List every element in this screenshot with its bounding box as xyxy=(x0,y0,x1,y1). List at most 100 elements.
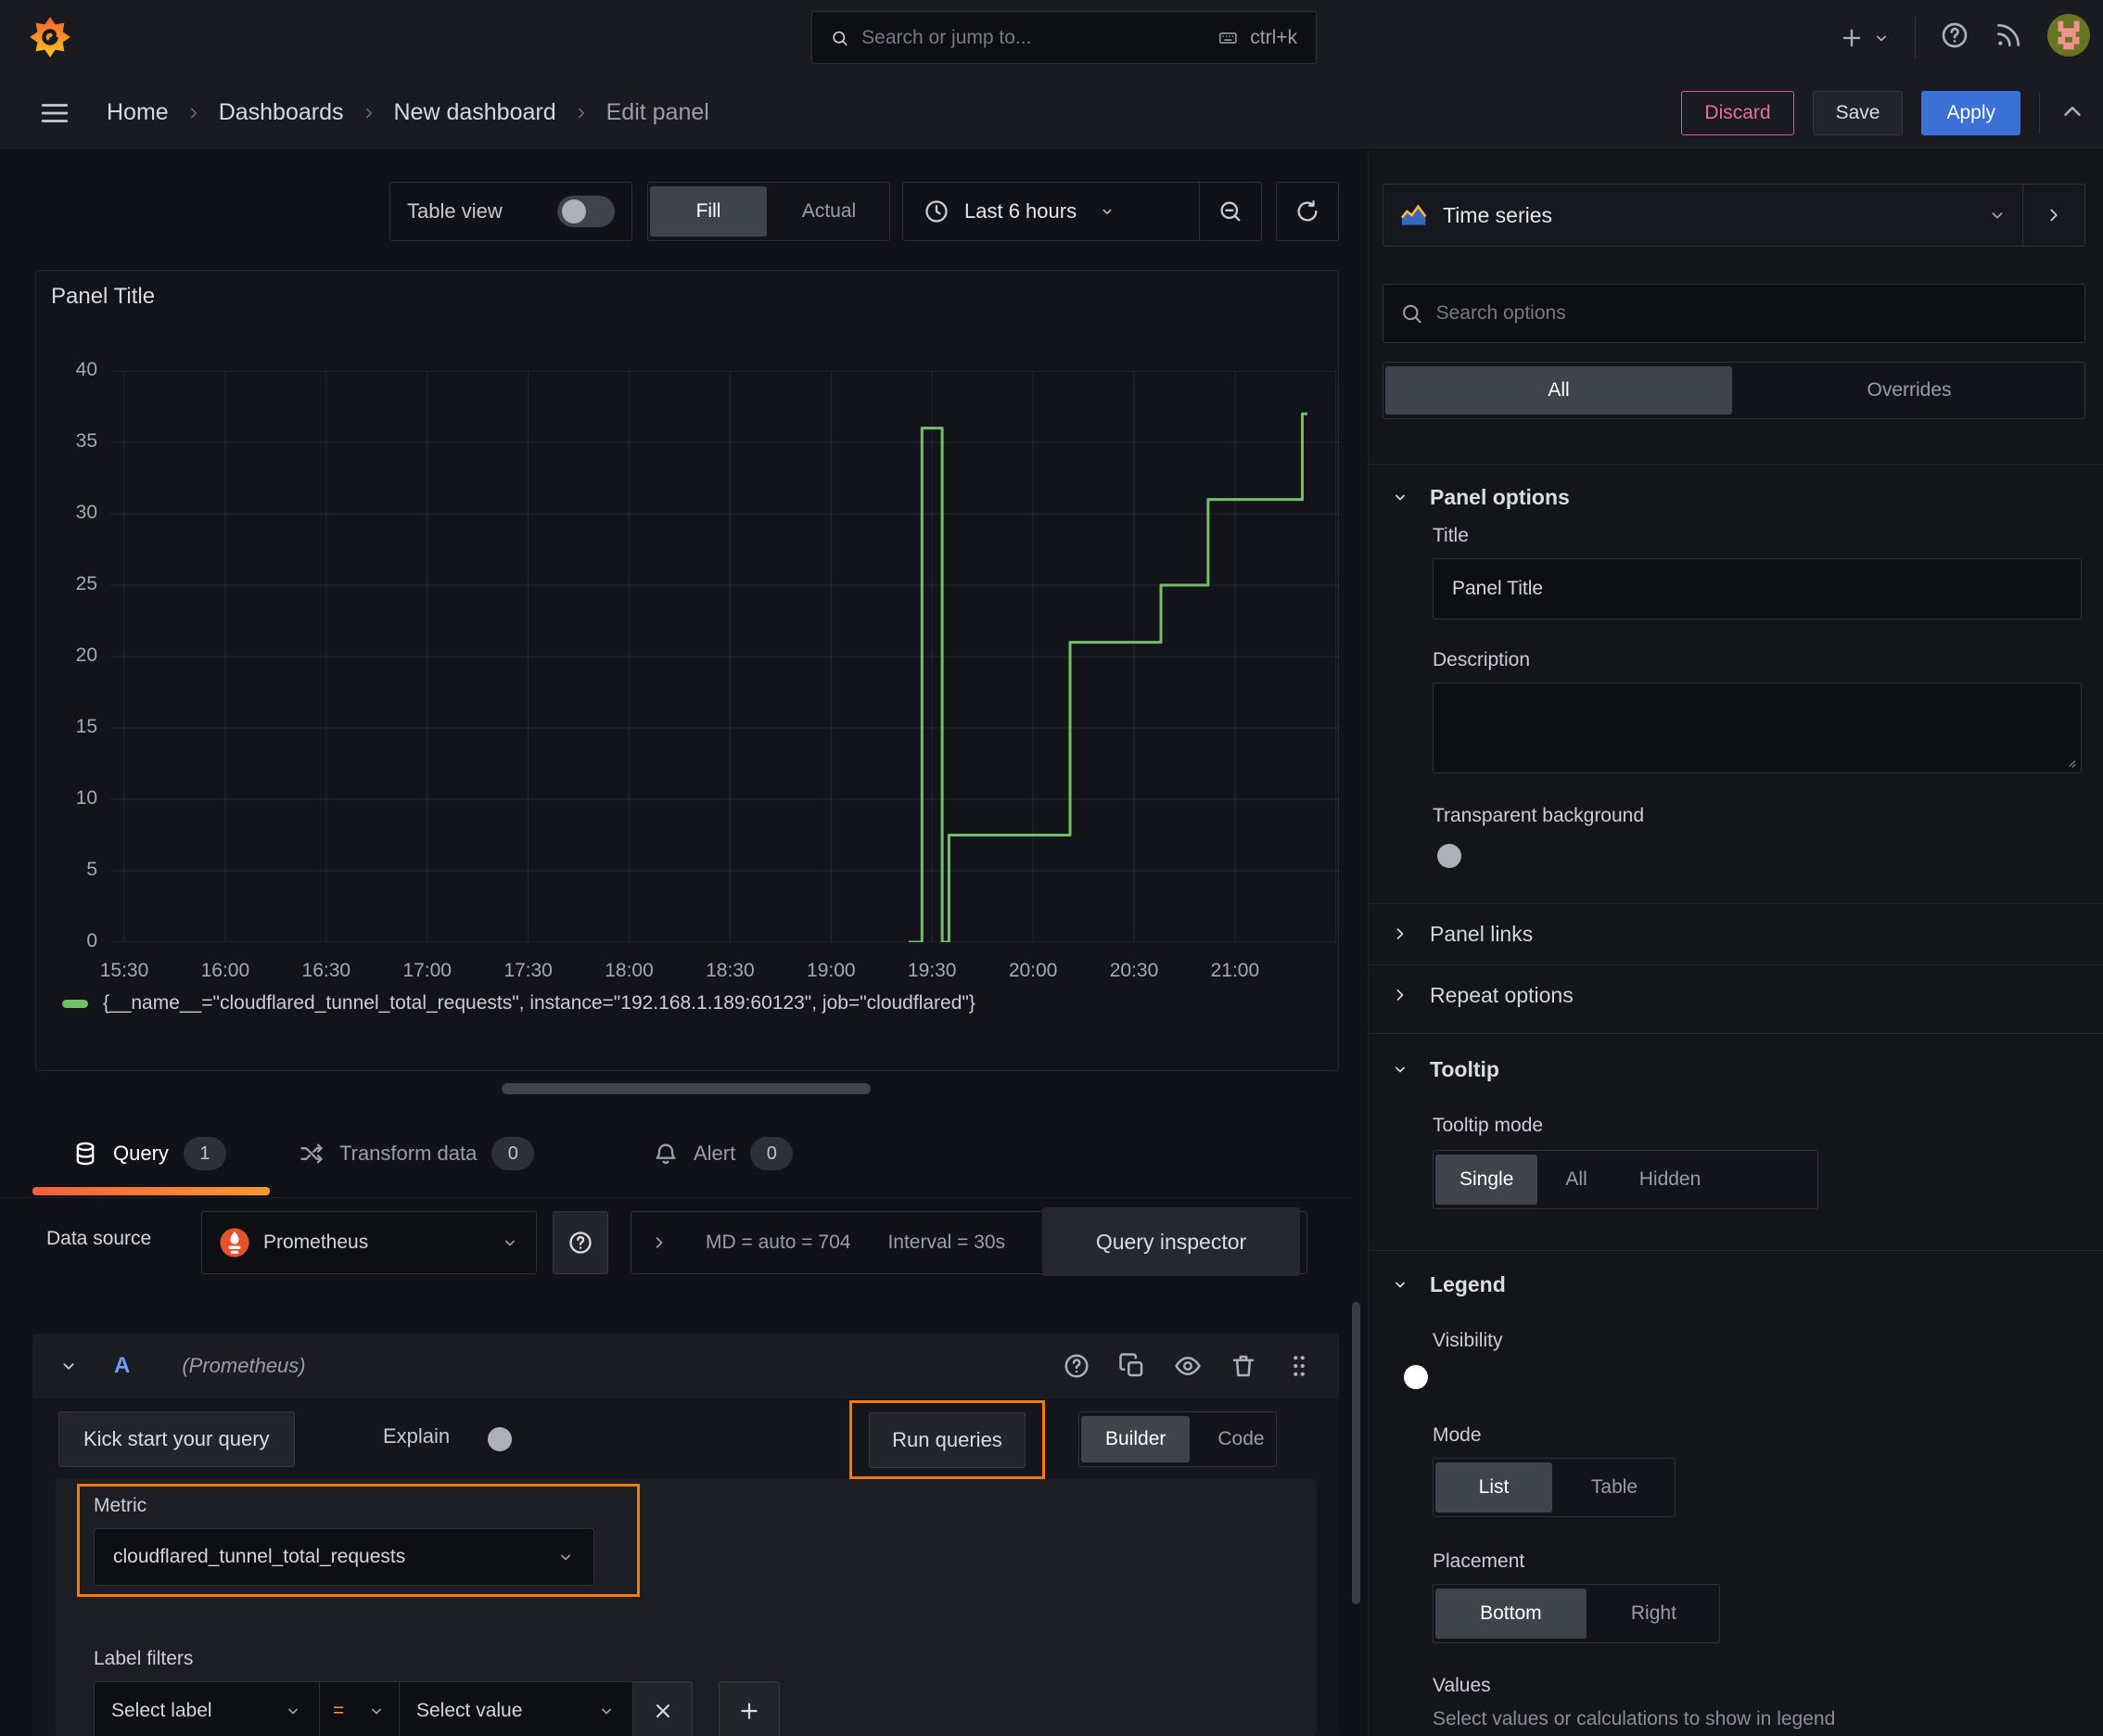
placement-right-option[interactable]: Right xyxy=(1590,1589,1717,1639)
code-option[interactable]: Code xyxy=(1193,1416,1276,1462)
description-field[interactable] xyxy=(1433,683,2082,773)
select-label-dropdown[interactable]: Select label xyxy=(94,1681,320,1736)
actual-option[interactable]: Actual xyxy=(771,186,887,236)
help-icon[interactable] xyxy=(1063,1352,1090,1380)
tab-alert[interactable]: Alert 0 xyxy=(653,1137,794,1170)
prometheus-icon xyxy=(220,1228,249,1257)
plus-icon xyxy=(741,1703,758,1719)
tooltip-hidden-option[interactable]: Hidden xyxy=(1615,1155,1726,1205)
panel-title-field[interactable] xyxy=(1433,558,2082,619)
search-icon xyxy=(833,31,848,45)
news-button[interactable] xyxy=(1994,20,2023,55)
query-inspector-button[interactable]: Query inspector xyxy=(1042,1207,1300,1276)
new-menu-button[interactable] xyxy=(1839,25,1891,51)
filter-all-tab[interactable]: All xyxy=(1385,366,1732,415)
operator-dropdown[interactable]: = xyxy=(320,1681,400,1736)
trash-icon[interactable] xyxy=(1230,1352,1257,1380)
table-view-toggle[interactable] xyxy=(557,196,615,227)
collapse-pane-button[interactable] xyxy=(2058,97,2086,130)
placement-label: Placement xyxy=(1433,1551,1525,1572)
help-icon xyxy=(569,1232,592,1254)
datasource-picker[interactable]: Prometheus xyxy=(201,1211,537,1274)
legend-series-label[interactable]: {__name__="cloudflared_tunnel_total_requ… xyxy=(103,992,975,1015)
drag-handle-icon[interactable] xyxy=(1285,1352,1313,1380)
y-axis-tick: 5 xyxy=(86,859,97,880)
builder-code-switch: Builder Code xyxy=(1078,1411,1277,1467)
resize-corner-icon[interactable] xyxy=(2062,754,2077,769)
tooltip-single-option[interactable]: Single xyxy=(1435,1155,1538,1205)
breadcrumb-new-dashboard[interactable]: New dashboard xyxy=(394,99,556,126)
chevron-down-icon[interactable] xyxy=(58,1356,79,1376)
tab-query[interactable]: Query 1 xyxy=(72,1137,226,1170)
query-card-header[interactable]: A (Prometheus) xyxy=(32,1334,1339,1398)
panel-title-input[interactable] xyxy=(1452,578,2062,600)
panel-links-header[interactable]: Panel links xyxy=(1391,903,1533,964)
copy-icon[interactable] xyxy=(1118,1352,1146,1380)
mode-table-option[interactable]: Table xyxy=(1556,1462,1673,1513)
breadcrumb-home[interactable]: Home xyxy=(107,99,169,126)
kickstart-query-button[interactable]: Kick start your query xyxy=(58,1411,295,1467)
vertical-scrollbar[interactable] xyxy=(1352,1302,1360,1604)
transparent-bg-label: Transparent background xyxy=(1433,805,1645,826)
label-filters-label: Label filters xyxy=(94,1648,194,1669)
global-search[interactable]: ctrl+k xyxy=(811,11,1317,64)
x-axis-tick: 15:30 xyxy=(99,960,149,981)
run-queries-button[interactable]: Run queries xyxy=(869,1411,1026,1468)
chevron-up-icon xyxy=(2064,106,2081,116)
eye-icon[interactable] xyxy=(1174,1352,1202,1380)
zoom-out-icon xyxy=(1220,201,1241,222)
repeat-options-header[interactable]: Repeat options xyxy=(1391,964,1574,1026)
placement-bottom-option[interactable]: Bottom xyxy=(1435,1589,1587,1639)
filter-overrides-tab[interactable]: Overrides xyxy=(1736,366,2083,415)
panel-options-header[interactable]: Panel options xyxy=(1391,464,1570,530)
tooltip-all-option[interactable]: All xyxy=(1541,1155,1611,1205)
viz-select-button[interactable]: Time series xyxy=(1383,185,2022,246)
tab-alert-count: 0 xyxy=(750,1137,794,1170)
legend-header[interactable]: Legend xyxy=(1391,1254,1506,1315)
fill-option[interactable]: Fill xyxy=(650,186,767,236)
time-range-label: Last 6 hours xyxy=(964,199,1077,223)
tooltip-header[interactable]: Tooltip xyxy=(1391,1039,1499,1100)
metric-select[interactable]: cloudflared_tunnel_total_requests xyxy=(94,1528,594,1586)
remove-filter-button[interactable] xyxy=(633,1681,693,1736)
pane-resize-handle[interactable] xyxy=(502,1083,871,1094)
time-range-button[interactable]: Last 6 hours xyxy=(903,183,1199,240)
zoom-out-button[interactable] xyxy=(1200,183,1261,240)
options-search[interactable] xyxy=(1383,284,2085,343)
y-axis-tick: 30 xyxy=(75,502,97,523)
builder-option[interactable]: Builder xyxy=(1081,1416,1191,1462)
query-builder-area: Metric cloudflared_tunnel_total_requests… xyxy=(56,1479,1317,1736)
x-axis-tick: 18:00 xyxy=(605,960,654,981)
add-filter-button[interactable] xyxy=(719,1681,780,1736)
options-search-input[interactable] xyxy=(1435,302,2068,325)
viz-suggestions-button[interactable] xyxy=(2023,185,2084,246)
mode-list-option[interactable]: List xyxy=(1435,1462,1552,1513)
refresh-button[interactable] xyxy=(1276,182,1339,241)
tab-transform-label: Transform data xyxy=(339,1142,478,1165)
discard-button[interactable]: Discard xyxy=(1681,91,1794,135)
panel-actions: Discard Save Apply xyxy=(1681,91,2086,135)
database-icon xyxy=(76,1142,95,1166)
help-button[interactable] xyxy=(1940,20,1969,55)
save-button[interactable]: Save xyxy=(1812,91,1904,135)
user-avatar[interactable] xyxy=(2047,14,2090,61)
operator-value: = xyxy=(333,1700,345,1721)
time-series-chart[interactable] xyxy=(110,371,1340,942)
search-input[interactable] xyxy=(861,26,1205,49)
select-label-placeholder: Select label xyxy=(111,1700,212,1721)
grafana-logo[interactable] xyxy=(28,15,72,59)
apply-button[interactable]: Apply xyxy=(1921,91,2020,135)
options-filter-tabs: All Overrides xyxy=(1383,362,2085,419)
tab-transform[interactable]: Transform data 0 xyxy=(299,1137,535,1170)
tab-query-count: 1 xyxy=(183,1137,226,1170)
select-value-dropdown[interactable]: Select value xyxy=(400,1681,633,1736)
breadcrumb-dashboards[interactable]: Dashboards xyxy=(219,99,344,126)
y-axis-tick: 25 xyxy=(75,573,97,594)
chevron-right-icon xyxy=(2050,209,2058,222)
chevron-right-icon[interactable] xyxy=(650,1233,669,1252)
datasource-help-button[interactable] xyxy=(553,1211,608,1274)
query-ref-id[interactable]: A xyxy=(114,1353,130,1379)
legend-swatch[interactable] xyxy=(62,999,88,1008)
menu-toggle[interactable] xyxy=(39,97,70,134)
chevron-right-icon xyxy=(365,108,372,118)
